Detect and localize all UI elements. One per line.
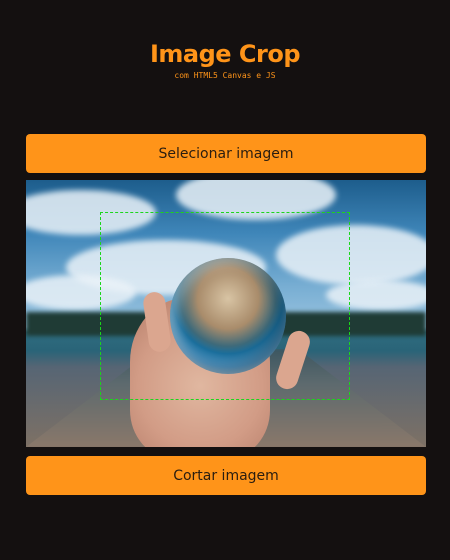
select-image-button[interactable]: Selecionar imagem	[26, 134, 426, 173]
image-canvas[interactable]	[26, 180, 426, 447]
page-subtitle: com HTML5 Canvas e JS	[174, 71, 276, 80]
page-title: Image Crop	[149, 40, 301, 68]
crop-image-button[interactable]: Cortar imagem	[26, 456, 426, 495]
crop-selection-box[interactable]	[100, 212, 350, 400]
